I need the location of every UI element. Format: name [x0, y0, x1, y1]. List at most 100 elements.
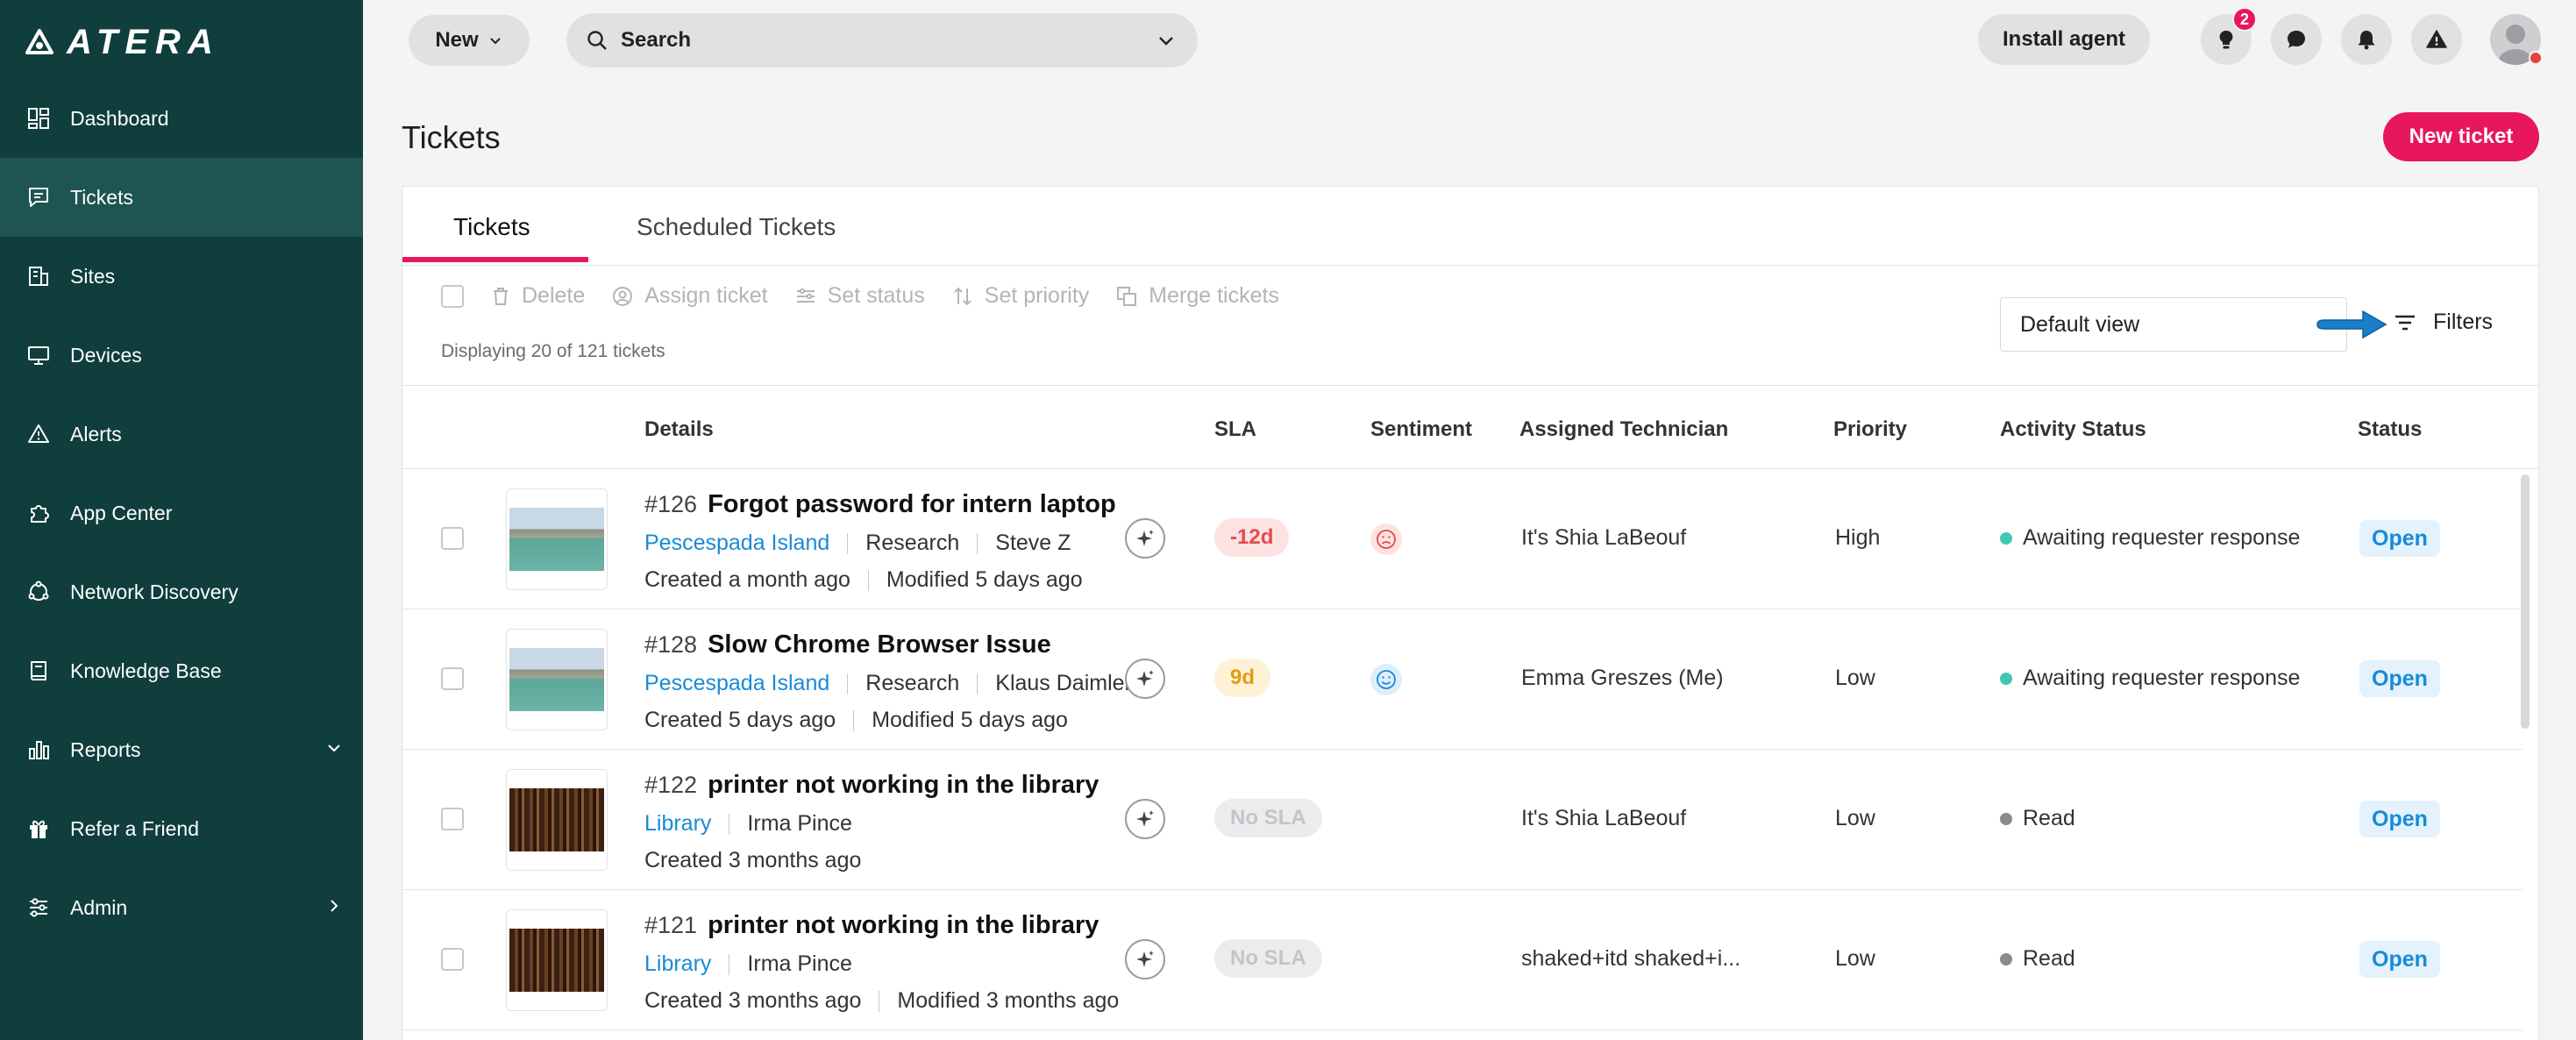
ai-summary-button[interactable] — [1125, 518, 1165, 559]
alerts-button[interactable] — [2411, 14, 2462, 65]
sidebar-item-devices[interactable]: Devices — [0, 316, 363, 395]
ticket-title-line[interactable]: #126 Forgot password for intern laptop — [644, 490, 1116, 519]
sidebar-item-label: Network Discovery — [70, 580, 238, 603]
filters-label: Filters — [2433, 310, 2494, 334]
ai-summary-button[interactable] — [1125, 659, 1165, 699]
column-header-activity[interactable]: Activity Status — [2000, 417, 2146, 442]
ticket-title[interactable]: printer not working in the library — [708, 771, 1099, 799]
chevron-down-icon[interactable] — [1156, 31, 1177, 52]
ticket-dates: Created a month ago Modified 5 days ago — [644, 567, 1083, 593]
sparkle-icon — [1136, 810, 1154, 827]
select-all-checkbox[interactable] — [441, 284, 464, 308]
set-priority-label: Set priority — [984, 283, 1090, 308]
chat-button[interactable] — [2271, 14, 2322, 65]
chevron-down-icon[interactable] — [324, 738, 344, 758]
column-header-priority[interactable]: Priority — [1833, 417, 1907, 442]
table-row[interactable]: #122 printer not working in the library L… — [402, 750, 2523, 890]
activity-status-label: Read — [2023, 946, 2075, 971]
ticket-title-line[interactable]: #121 printer not working in the library — [644, 911, 1099, 940]
ticket-meta: Library Irma Pince — [644, 951, 852, 977]
row-checkbox[interactable] — [441, 808, 464, 830]
ai-summary-button[interactable] — [1125, 799, 1165, 839]
sidebar-item-admin[interactable]: Admin — [0, 868, 363, 947]
column-header-sentiment[interactable]: Sentiment — [1370, 417, 1472, 442]
tab-scheduled-tickets[interactable]: Scheduled Tickets — [637, 213, 836, 241]
assigned-technician: shaked+itd shaked+i... — [1521, 946, 1741, 971]
table-row[interactable]: #126 Forgot password for intern laptop Pe… — [402, 469, 2523, 609]
ticket-dates: Created 3 months ago — [644, 848, 861, 873]
sidebar-item-reports[interactable]: Reports — [0, 710, 363, 789]
sliders-icon — [796, 288, 815, 303]
new-ticket-button[interactable]: New ticket — [2383, 112, 2539, 161]
column-header-status[interactable]: Status — [2358, 417, 2422, 442]
status-badge[interactable]: Open — [2359, 941, 2440, 978]
tab-tickets[interactable]: Tickets — [453, 213, 530, 241]
ticket-requester: Irma Pince — [747, 951, 852, 976]
ticket-title-line[interactable]: #122 printer not working in the library — [644, 771, 1099, 800]
view-select[interactable]: Default view — [2000, 297, 2347, 352]
atera-logo[interactable]: ATERA — [25, 23, 220, 62]
column-header-details[interactable]: Details — [644, 417, 714, 442]
vertical-scrollbar[interactable] — [2521, 474, 2530, 729]
tickets-card: Tickets Scheduled Tickets Delete Assign … — [402, 186, 2539, 1040]
ticket-requester: Klaus Daimler — [995, 671, 1132, 695]
sparkle-icon — [1136, 670, 1154, 687]
knowledge-base-icon — [25, 657, 53, 685]
chevron-right-icon[interactable] — [324, 896, 344, 915]
new-button[interactable]: New — [409, 15, 530, 66]
ticket-title[interactable]: printer not working in the library — [708, 911, 1099, 939]
row-checkbox[interactable] — [441, 527, 464, 550]
status-badge[interactable]: Open — [2359, 801, 2440, 837]
arrow-pointer-icon — [2316, 310, 2387, 339]
sidebar-item-dashboard[interactable]: Dashboard — [0, 79, 363, 158]
ticket-title-line[interactable]: #128 Slow Chrome Browser Issue — [644, 630, 1051, 659]
created-time: Created a month ago — [644, 567, 850, 592]
sla-badge: -12d — [1214, 518, 1290, 557]
assigned-technician: Emma Greszes (Me) — [1521, 666, 1724, 690]
sidebar-item-sites[interactable]: Sites — [0, 237, 363, 316]
filters-button[interactable]: Filters — [2393, 310, 2493, 335]
site-link[interactable]: Pescespada Island — [644, 531, 829, 556]
install-agent-button[interactable]: Install agent — [1978, 14, 2150, 65]
table-row[interactable]: #121 printer not working in the library L… — [402, 890, 2523, 1030]
set-priority-button[interactable]: Set priority — [951, 283, 1089, 309]
assigned-technician: It's Shia LaBeouf — [1521, 806, 1687, 830]
status-badge[interactable]: Open — [2359, 520, 2440, 557]
table-row[interactable]: #128 Slow Chrome Browser Issue Pescespada… — [402, 609, 2523, 750]
search-placeholder: Search — [621, 28, 692, 52]
sidebar-item-label: Admin — [70, 895, 128, 919]
activity-dot — [2000, 952, 2012, 965]
sidebar-item-network-discovery[interactable]: Network Discovery — [0, 552, 363, 631]
ticket-number: #128 — [644, 631, 698, 658]
delete-button[interactable]: Delete — [490, 283, 585, 309]
dashboard-icon — [25, 104, 53, 132]
sidebar-item-refer-a-friend[interactable]: Refer a Friend — [0, 789, 363, 868]
sidebar-item-app-center[interactable]: App Center — [0, 474, 363, 552]
activity-status: Read — [2000, 806, 2075, 831]
sparkle-icon — [1136, 530, 1154, 546]
sidebar-item-knowledge-base[interactable]: Knowledge Base — [0, 631, 363, 710]
notifications-button[interactable] — [2341, 14, 2392, 65]
assign-ticket-button[interactable]: Assign ticket — [611, 283, 768, 309]
lightbulb-button[interactable]: 2 — [2201, 7, 2257, 65]
sidebar-item-tickets[interactable]: Tickets — [0, 158, 363, 237]
merge-tickets-label: Merge tickets — [1149, 283, 1279, 308]
page-title: Tickets — [402, 119, 501, 155]
site-link[interactable]: Library — [644, 951, 711, 977]
sidebar-item-alerts[interactable]: Alerts — [0, 395, 363, 474]
site-link[interactable]: Pescespada Island — [644, 671, 829, 696]
created-time: Created 5 days ago — [644, 708, 836, 732]
ticket-title[interactable]: Slow Chrome Browser Issue — [708, 630, 1051, 659]
search-input[interactable]: Search — [566, 13, 1198, 68]
column-header-sla[interactable]: SLA — [1214, 417, 1256, 442]
column-header-technician[interactable]: Assigned Technician — [1519, 417, 1728, 442]
set-status-button[interactable]: Set status — [794, 283, 925, 309]
row-checkbox[interactable] — [441, 948, 464, 971]
ai-summary-button[interactable] — [1125, 939, 1165, 979]
merge-tickets-button[interactable]: Merge tickets — [1115, 283, 1279, 309]
activity-dot — [2000, 672, 2012, 685]
row-checkbox[interactable] — [441, 667, 464, 690]
site-link[interactable]: Library — [644, 811, 711, 837]
status-badge[interactable]: Open — [2359, 660, 2440, 697]
ticket-title[interactable]: Forgot password for intern laptop — [708, 490, 1116, 518]
